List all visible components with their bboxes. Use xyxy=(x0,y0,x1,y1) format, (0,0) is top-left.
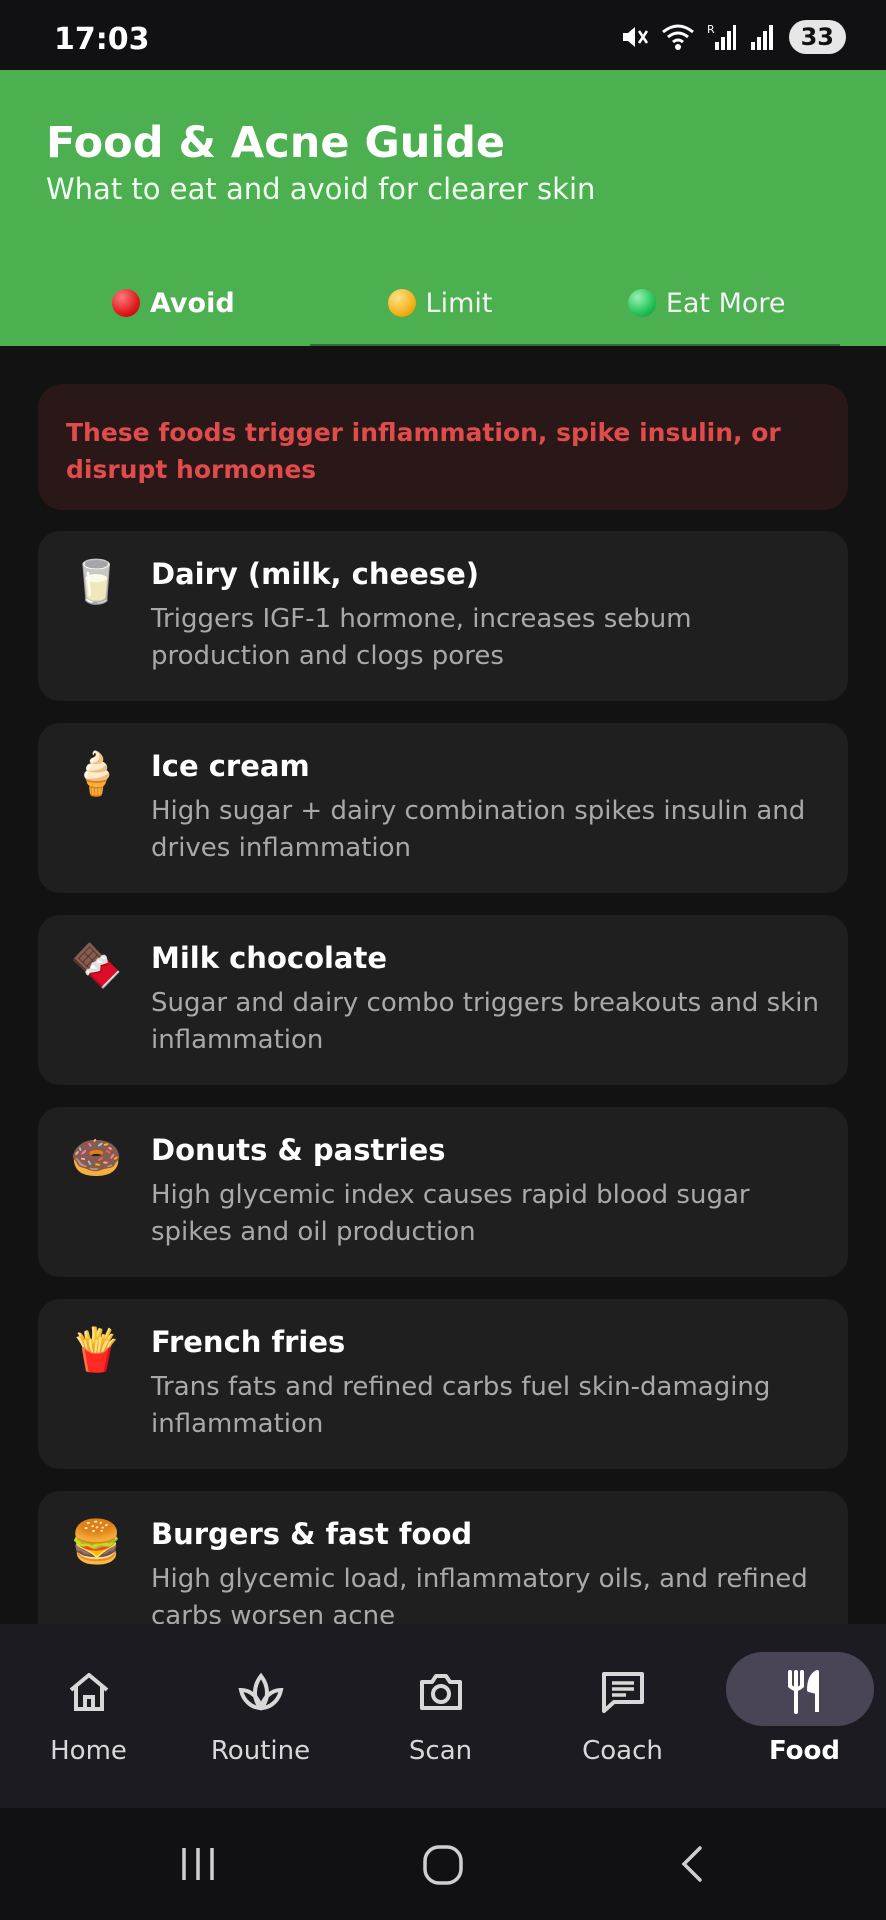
food-list[interactable]: These foods trigger inflammation, spike … xyxy=(0,346,886,1624)
food-description: High glycemic load, inflammatory oils, a… xyxy=(151,1564,808,1624)
food-card-milk-chocolate[interactable]: 🍫 Milk chocolate Sugar and dairy combo t… xyxy=(38,915,848,1085)
battery-indicator: 33 xyxy=(788,20,846,54)
food-description: Trans fats and refined carbs fuel skin-d… xyxy=(151,1372,771,1439)
tab-limit-label: Limit xyxy=(425,287,493,319)
warning-banner: These foods trigger inflammation, spike … xyxy=(38,384,848,510)
warning-text: These foods trigger inflammation, spike … xyxy=(66,418,781,484)
food-title: French fries xyxy=(151,1325,346,1359)
nav-home-label: Home xyxy=(50,1736,127,1766)
food-card-french-fries[interactable]: 🍟 French fries Trans fats and refined ca… xyxy=(38,1299,848,1469)
milk-icon: 🥛 xyxy=(70,557,123,606)
tab-avoid[interactable]: Avoid xyxy=(40,260,307,346)
nav-food[interactable]: Food xyxy=(716,1624,886,1808)
red-circle-icon xyxy=(112,289,140,317)
food-title: Burgers & fast food xyxy=(151,1517,473,1551)
system-nav-bar xyxy=(0,1808,886,1920)
signal-icon xyxy=(750,25,773,50)
header: Food & Acne Guide What to eat and avoid … xyxy=(0,70,886,346)
wifi-icon xyxy=(661,24,694,50)
status-bar: 17:03 R 33 xyxy=(0,0,886,70)
tab-eat-more[interactable]: Eat More xyxy=(573,260,840,346)
mute-icon xyxy=(622,27,648,47)
food-card-ice-cream[interactable]: 🍦 Ice cream High sugar + dairy combinati… xyxy=(38,723,848,893)
tab-eat-more-label: Eat More xyxy=(665,287,786,319)
page-subtitle: What to eat and avoid for clearer skin xyxy=(46,172,596,206)
tab-avoid-label: Avoid xyxy=(150,287,235,319)
nav-routine-label: Routine xyxy=(210,1736,311,1766)
food-description: High sugar + dairy combination spikes in… xyxy=(151,796,806,863)
food-card-donuts[interactable]: 🍩 Donuts & pastries High glycemic index … xyxy=(38,1107,848,1277)
signal-r-icon: R xyxy=(707,23,736,50)
status-time: 17:03 xyxy=(54,22,150,57)
ice-cream-icon: 🍦 xyxy=(70,749,123,798)
camera-icon xyxy=(419,1674,462,1710)
tab-limit[interactable]: Limit xyxy=(307,260,574,346)
food-card-dairy[interactable]: 🥛 Dairy (milk, cheese) Triggers IGF-1 ho… xyxy=(38,531,848,701)
food-description: Triggers IGF-1 hormone, increases sebum … xyxy=(151,604,692,671)
chat-icon xyxy=(601,1672,644,1713)
home-button-icon[interactable] xyxy=(420,1842,466,1888)
food-card-burgers[interactable]: 🍔 Burgers & fast food High glycemic load… xyxy=(38,1491,848,1624)
recent-apps-icon[interactable] xyxy=(176,1842,220,1886)
food-description: High glycemic index causes rapid blood s… xyxy=(151,1180,750,1247)
yellow-circle-icon xyxy=(387,289,416,317)
food-title: Donuts & pastries xyxy=(151,1133,446,1167)
burger-icon: 🍔 xyxy=(70,1517,123,1566)
fork-knife-icon xyxy=(787,1670,819,1714)
home-icon xyxy=(69,1673,108,1711)
donut-icon: 🍩 xyxy=(70,1133,123,1182)
nav-home[interactable]: Home xyxy=(0,1624,177,1808)
bottom-nav: Home Routine Scan Coach Food xyxy=(0,1624,886,1808)
chocolate-icon: 🍫 xyxy=(70,941,123,990)
food-title: Milk chocolate xyxy=(151,941,388,975)
nav-scan[interactable]: Scan xyxy=(352,1624,529,1808)
nav-routine[interactable]: Routine xyxy=(172,1624,349,1808)
back-icon[interactable] xyxy=(672,1842,716,1886)
leaf-icon xyxy=(238,1672,283,1711)
fries-icon: 🍟 xyxy=(70,1325,123,1374)
nav-scan-label: Scan xyxy=(408,1736,473,1766)
food-title: Ice cream xyxy=(151,749,310,783)
food-title: Dairy (milk, cheese) xyxy=(151,557,479,591)
green-circle-icon xyxy=(627,289,656,317)
nav-food-label: Food xyxy=(768,1736,841,1766)
svg-text:R: R xyxy=(707,23,715,36)
food-description: Sugar and dairy combo triggers breakouts… xyxy=(151,988,819,1055)
tab-bar: Avoid Limit Eat More xyxy=(40,260,840,346)
nav-coach[interactable]: Coach xyxy=(534,1624,711,1808)
page-title: Food & Acne Guide xyxy=(46,118,506,168)
nav-coach-label: Coach xyxy=(582,1736,663,1766)
status-icons: R 33 xyxy=(619,20,846,54)
